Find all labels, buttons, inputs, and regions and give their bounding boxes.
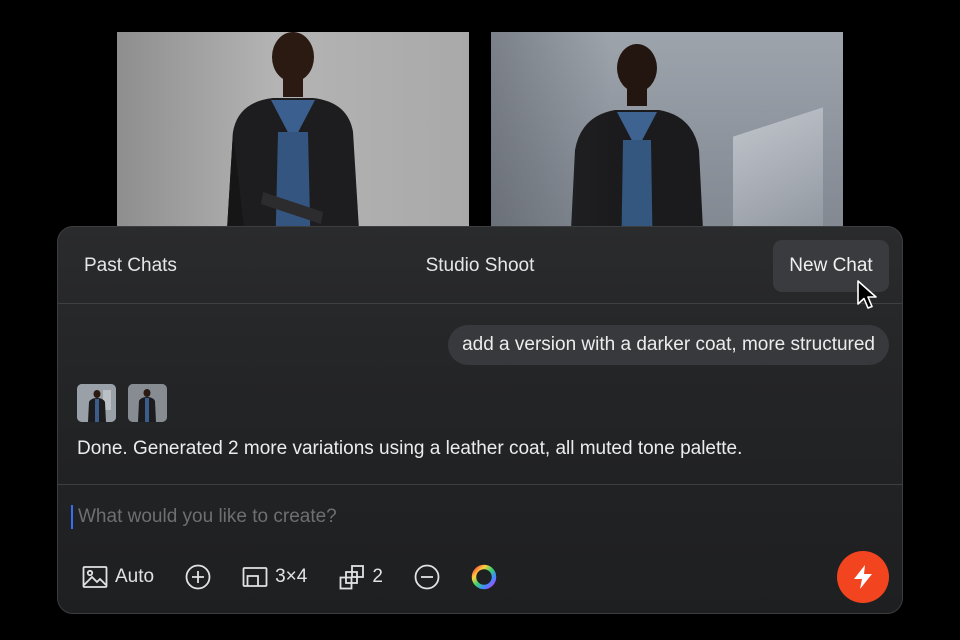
image-count-label: 2: [372, 566, 383, 587]
text-caret: [71, 505, 73, 529]
add-button[interactable]: [185, 564, 211, 590]
assistant-reply: Done. Generated 2 more variations using …: [77, 438, 743, 459]
image-mode-button[interactable]: Auto: [82, 565, 154, 589]
user-message-bubble: add a version with a darker coat, more s…: [448, 325, 889, 365]
image-mode-label: Auto: [115, 566, 155, 587]
chat-panel: Past Chats Studio Shoot New Chat add a v…: [57, 226, 903, 614]
plus-circle-icon: [185, 564, 211, 590]
copies-icon: [339, 565, 365, 590]
minus-circle-icon: [414, 564, 440, 590]
color-wheel-icon: [471, 564, 497, 590]
image-count-button[interactable]: 2: [339, 564, 383, 590]
result-thumbnail[interactable]: [77, 384, 116, 422]
aspect-ratio-button[interactable]: 3×4: [242, 566, 307, 588]
composer-divider: [58, 484, 902, 485]
prompt-input[interactable]: [76, 502, 776, 532]
image-icon: [82, 566, 108, 588]
generate-button[interactable]: [837, 551, 889, 603]
mouse-pointer-icon: [857, 280, 877, 309]
past-chats-link[interactable]: Past Chats: [84, 255, 177, 277]
result-thumbnail[interactable]: [128, 384, 167, 422]
lightning-icon: [854, 565, 872, 589]
aspect-ratio-icon: [242, 567, 268, 587]
result-thumbnails: [77, 384, 167, 422]
aspect-ratio-label: 3×4: [275, 566, 308, 587]
color-button[interactable]: [471, 564, 497, 590]
composer-toolbar: Auto 3×4 2: [82, 560, 497, 594]
chat-header: Past Chats Studio Shoot New Chat: [58, 227, 902, 304]
remove-button[interactable]: [414, 564, 440, 590]
